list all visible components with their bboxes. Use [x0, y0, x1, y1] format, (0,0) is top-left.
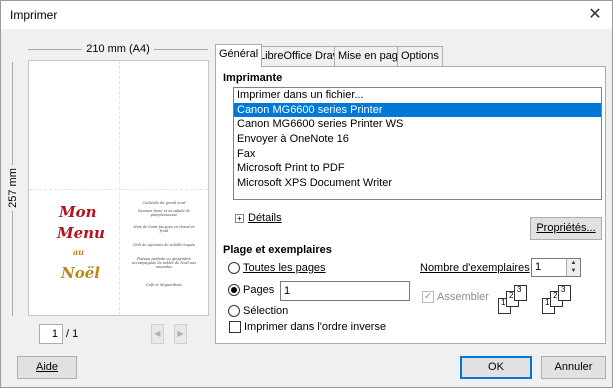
- menu-word-au: au: [73, 247, 84, 257]
- printer-item-selected[interactable]: Canon MG6600 series Printer: [234, 102, 601, 118]
- pages-label: Pages: [243, 284, 275, 297]
- properties-button-label: Propriétés...: [536, 222, 596, 234]
- reverse-order-checkbox[interactable]: Imprimer dans l'ordre inverse: [229, 321, 387, 334]
- radio-button-selected: [228, 284, 240, 297]
- collate-icon: 1 2 3: [498, 285, 530, 315]
- tab-general[interactable]: Général: [215, 44, 263, 67]
- menu-line: Chili de agrumes de volaille laquée: [132, 243, 196, 247]
- page-width-label: 210 mm (A4): [82, 43, 154, 55]
- fold-line-horizontal: [29, 189, 208, 190]
- selection-label: Sélection: [243, 305, 289, 318]
- close-icon[interactable]: ✕: [578, 1, 612, 29]
- range-heading: Plage et exemplaires: [223, 244, 332, 256]
- sheet-three: 3: [514, 285, 527, 301]
- copies-spinner[interactable]: 1 ▲ ▼: [531, 258, 581, 277]
- pages-input[interactable]: 1: [280, 281, 410, 301]
- spin-down-icon[interactable]: ▼: [567, 267, 580, 275]
- printer-item[interactable]: Imprimer dans un fichier...: [234, 88, 601, 103]
- spin-up-icon[interactable]: ▲: [567, 259, 580, 267]
- page-total: / 1: [66, 328, 79, 340]
- checkbox: [229, 321, 241, 334]
- menu-word-menu: Menu: [57, 224, 105, 242]
- printer-heading: Imprimante: [223, 72, 283, 84]
- page-preview: Mon Menu au Noël Cocktails du grand nord…: [28, 60, 209, 316]
- menu-line: Noix de Saint-Jacques en chaud et froid: [133, 225, 195, 233]
- menu-line: Saumon fumé et sa salade de pamplemousse: [138, 209, 190, 217]
- next-page-icon[interactable]: ▶: [174, 324, 187, 344]
- title-bar: Imprimer ✕: [1, 1, 612, 29]
- properties-button[interactable]: Propriétés...: [530, 217, 602, 240]
- collate-label: Assembler: [437, 291, 489, 304]
- tab-options[interactable]: Options: [397, 46, 443, 66]
- page-number-input[interactable]: 1: [39, 324, 63, 344]
- radio-selection[interactable]: Sélection: [228, 305, 289, 318]
- page-width-dimension: 210 mm (A4): [28, 43, 208, 55]
- collate-checkbox[interactable]: ✓ Assembler: [422, 291, 489, 304]
- cancel-button[interactable]: Annuler: [541, 356, 606, 379]
- expand-plus-icon: +: [235, 213, 244, 223]
- menu-line: Cocktails du grand nord: [142, 201, 186, 205]
- collate-icon: 1 2 3: [542, 285, 574, 315]
- menu-line: Café et Mignardises: [146, 283, 182, 287]
- help-button[interactable]: Aide: [17, 356, 77, 379]
- printer-item[interactable]: Canon MG6600 series Printer WS: [234, 117, 601, 132]
- help-button-label: Aide: [35, 361, 59, 373]
- checkbox-checked-disabled: ✓: [422, 291, 434, 304]
- radio-all-pages[interactable]: Toutes les pages: [228, 262, 326, 275]
- printer-item[interactable]: Microsoft Print to PDF: [234, 161, 601, 176]
- printer-item[interactable]: Microsoft XPS Document Writer: [234, 176, 601, 191]
- printer-item[interactable]: Fax: [234, 147, 601, 162]
- details-expander[interactable]: + Détails: [235, 212, 282, 224]
- radio-button: [228, 262, 240, 275]
- menu-line: Plateau parfaite au gingembre accompagné…: [131, 257, 197, 269]
- details-label: Détails: [248, 212, 282, 224]
- reverse-order-label: Imprimer dans l'ordre inverse: [244, 321, 387, 334]
- dialog-title: Imprimer: [10, 8, 58, 22]
- fold-line-vertical: [119, 61, 120, 315]
- previous-page-icon[interactable]: ◀: [151, 324, 164, 344]
- printer-list[interactable]: Imprimer dans un fichier... Canon MG6600…: [233, 87, 602, 200]
- menu-word-mon: Mon: [59, 203, 97, 221]
- all-pages-label: Toutes les pages: [243, 262, 326, 275]
- copies-value: 1: [535, 261, 542, 273]
- printer-item[interactable]: Envoyer à OneNote 16: [234, 132, 601, 147]
- sheet-three: 3: [558, 285, 571, 301]
- radio-button: [228, 305, 240, 318]
- copies-label: Nombre d'exemplaires: [420, 262, 530, 274]
- page-height-label: 257 mm: [7, 165, 19, 211]
- ok-button[interactable]: OK: [460, 356, 532, 379]
- radio-pages[interactable]: Pages: [228, 284, 275, 297]
- menu-word-noel: Noël: [61, 264, 100, 282]
- page-height-dimension: 257 mm: [6, 62, 19, 316]
- tab-libreoffice-draw[interactable]: LibreOffice Draw: [255, 46, 345, 66]
